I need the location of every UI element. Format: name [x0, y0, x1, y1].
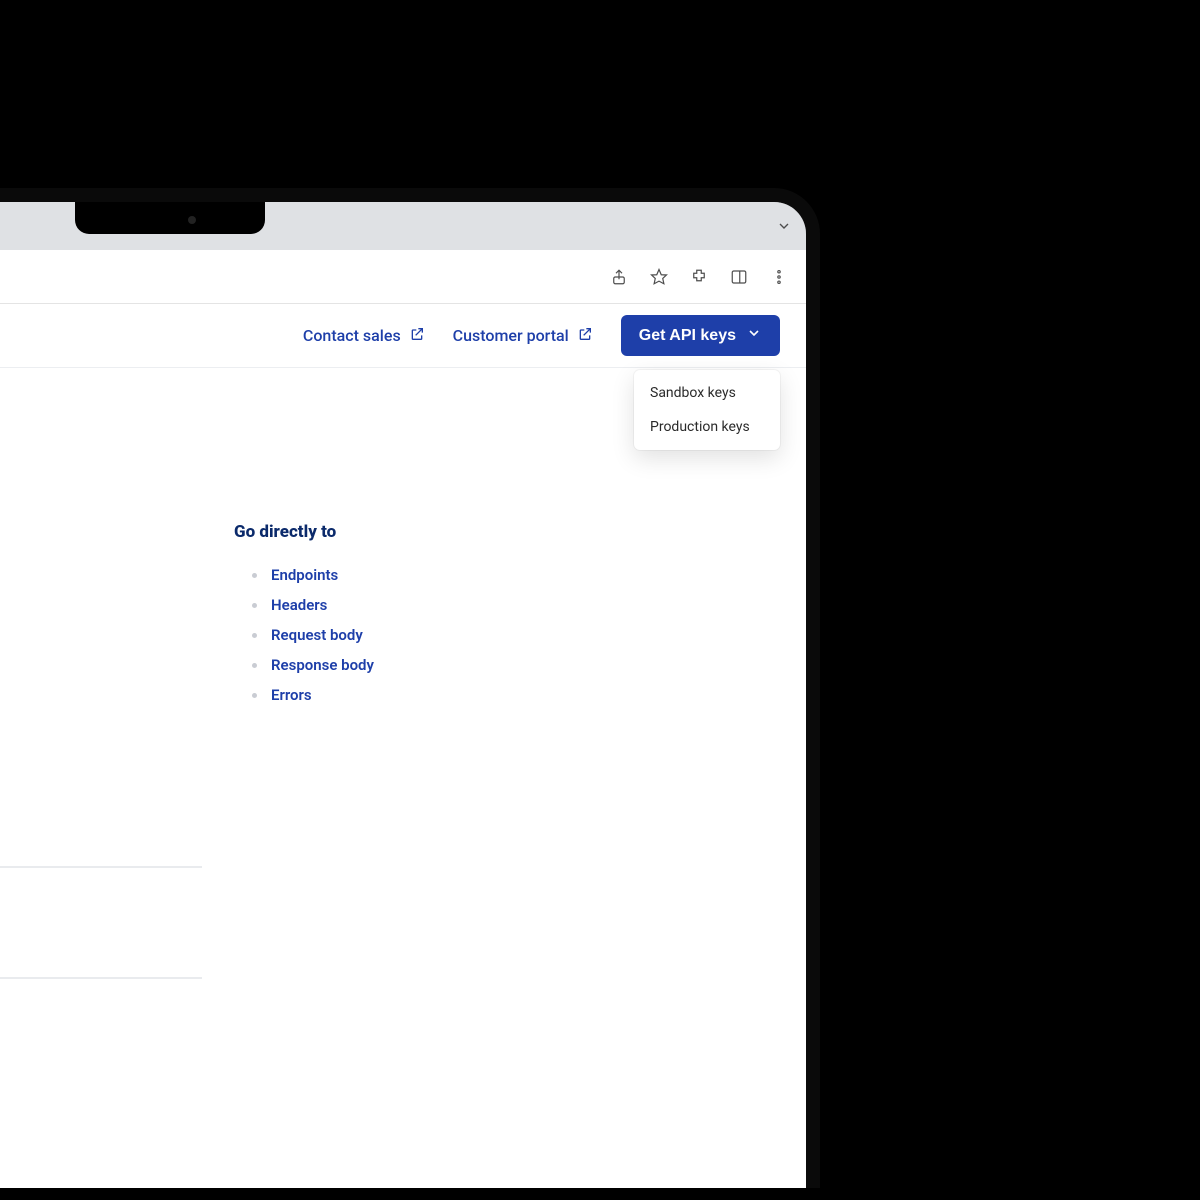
- toc-item: Endpoints: [234, 560, 494, 590]
- kebab-menu-icon[interactable]: [770, 268, 788, 286]
- sidepanel-icon[interactable]: [730, 268, 748, 286]
- site-topnav: Contact sales Customer portal Get API ke…: [0, 304, 806, 368]
- external-link-icon: [577, 326, 593, 346]
- laptop-frame: Contact sales Customer portal Get API ke…: [0, 188, 820, 1188]
- toc-link-endpoints[interactable]: Endpoints: [271, 566, 338, 584]
- toc-link-request-body[interactable]: Request body: [271, 626, 363, 644]
- customer-portal-link[interactable]: Customer portal: [453, 326, 593, 346]
- toc-item: Response body: [234, 650, 494, 680]
- nav-link-label: Contact sales: [303, 326, 401, 345]
- nav-link-label: Customer portal: [453, 326, 569, 345]
- table-of-contents: Go directly to Endpoints Headers Request…: [234, 518, 494, 993]
- section-divider: [0, 866, 202, 868]
- browser-toolbar: [0, 250, 806, 304]
- section-divider: [0, 977, 202, 979]
- dropdown-item-sandbox[interactable]: Sandbox keys: [634, 376, 780, 410]
- star-icon[interactable]: [650, 268, 668, 286]
- chevron-down-icon: [746, 325, 762, 346]
- toc-item: Request body: [234, 620, 494, 650]
- toc-item: Errors: [234, 680, 494, 710]
- api-keys-dropdown: Sandbox keys Production keys: [634, 370, 780, 450]
- extensions-icon[interactable]: [690, 268, 708, 286]
- article-body: request body and response the Confirmati…: [0, 518, 234, 993]
- toc-link-headers[interactable]: Headers: [271, 596, 327, 614]
- anchor-link[interactable]: requested: [0, 923, 194, 963]
- page-content: Contact sales Customer portal Get API ke…: [0, 304, 806, 1188]
- contact-sales-link[interactable]: Contact sales: [303, 326, 425, 346]
- dropdown-item-production[interactable]: Production keys: [634, 410, 780, 444]
- laptop-notch: [75, 202, 265, 234]
- toc-item: Headers: [234, 590, 494, 620]
- toc-link-response-body[interactable]: Response body: [271, 656, 374, 674]
- button-label: Get API keys: [639, 327, 736, 345]
- get-api-keys-button[interactable]: Get API keys: [621, 315, 780, 356]
- toc-title: Go directly to: [234, 522, 494, 542]
- anchor-link[interactable]: requested: [0, 882, 194, 922]
- share-icon[interactable]: [610, 268, 628, 286]
- external-link-icon: [409, 326, 425, 346]
- chevron-down-icon[interactable]: [776, 218, 792, 238]
- toc-link-errors[interactable]: Errors: [271, 686, 312, 704]
